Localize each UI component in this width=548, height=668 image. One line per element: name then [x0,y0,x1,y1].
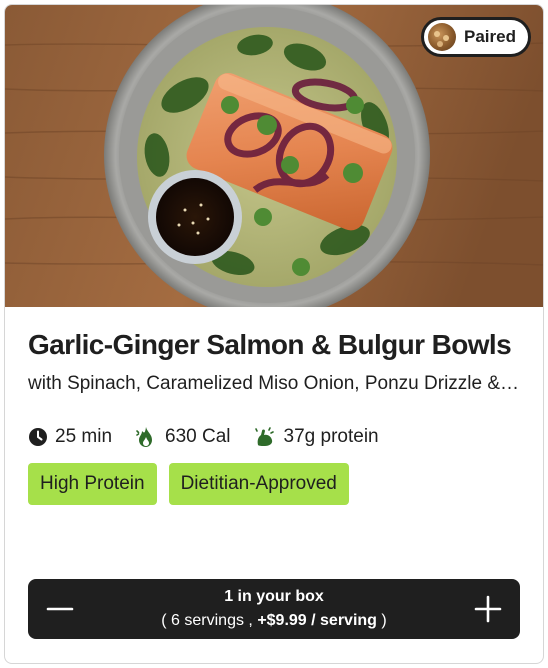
recipe-title[interactable]: Garlic-Ginger Salmon & Bulgur Bowls [28,329,528,361]
plus-icon [474,595,502,623]
tag-high-protein: High Protein [28,463,157,505]
flexed-arm-icon [254,427,274,446]
protein: 37g protein [253,425,379,449]
recipe-card[interactable]: Paired Garlic-Ginger Salmon & Bulgur Bow… [4,4,544,664]
recipe-tags: High Protein Dietitian-Approved [28,463,349,505]
tag-dietitian-approved: Dietitian-Approved [168,463,349,505]
calories: 630 Cal [134,425,231,449]
clock-icon [29,428,47,446]
recipe-meta: 25 min 630 Cal 37g protein [28,425,379,449]
recipe-subtitle: with Spinach, Caramelized Miso Onion, Po… [28,373,523,394]
decrement-button[interactable] [28,579,92,639]
prep-time-value: 25 min [55,426,113,447]
minus-icon [46,607,74,611]
servings-text: ( 6 servings , [161,612,253,629]
flame-icon [136,427,153,447]
box-quantity-info: 1 in your box ( 6 servings , +$9.99 / se… [161,585,386,633]
prep-time: 25 min [28,426,112,448]
recipe-photo[interactable]: Paired [5,5,543,307]
box-quantity-control: 1 in your box ( 6 servings , +$9.99 / se… [28,579,520,639]
paired-badge[interactable]: Paired [421,17,531,57]
paired-label: Paired [464,27,516,46]
box-quantity-text: 1 in your box [224,588,324,605]
increment-button[interactable] [456,579,520,639]
protein-value: 37g protein [283,426,379,447]
price-per-serving: +$9.99 / serving [257,612,377,629]
servings-close: ) [381,612,387,629]
calories-value: 630 Cal [165,426,231,447]
food-thumbnail-icon [428,23,457,51]
servings-price-text: ( 6 servings , +$9.99 / serving ) [161,609,386,633]
